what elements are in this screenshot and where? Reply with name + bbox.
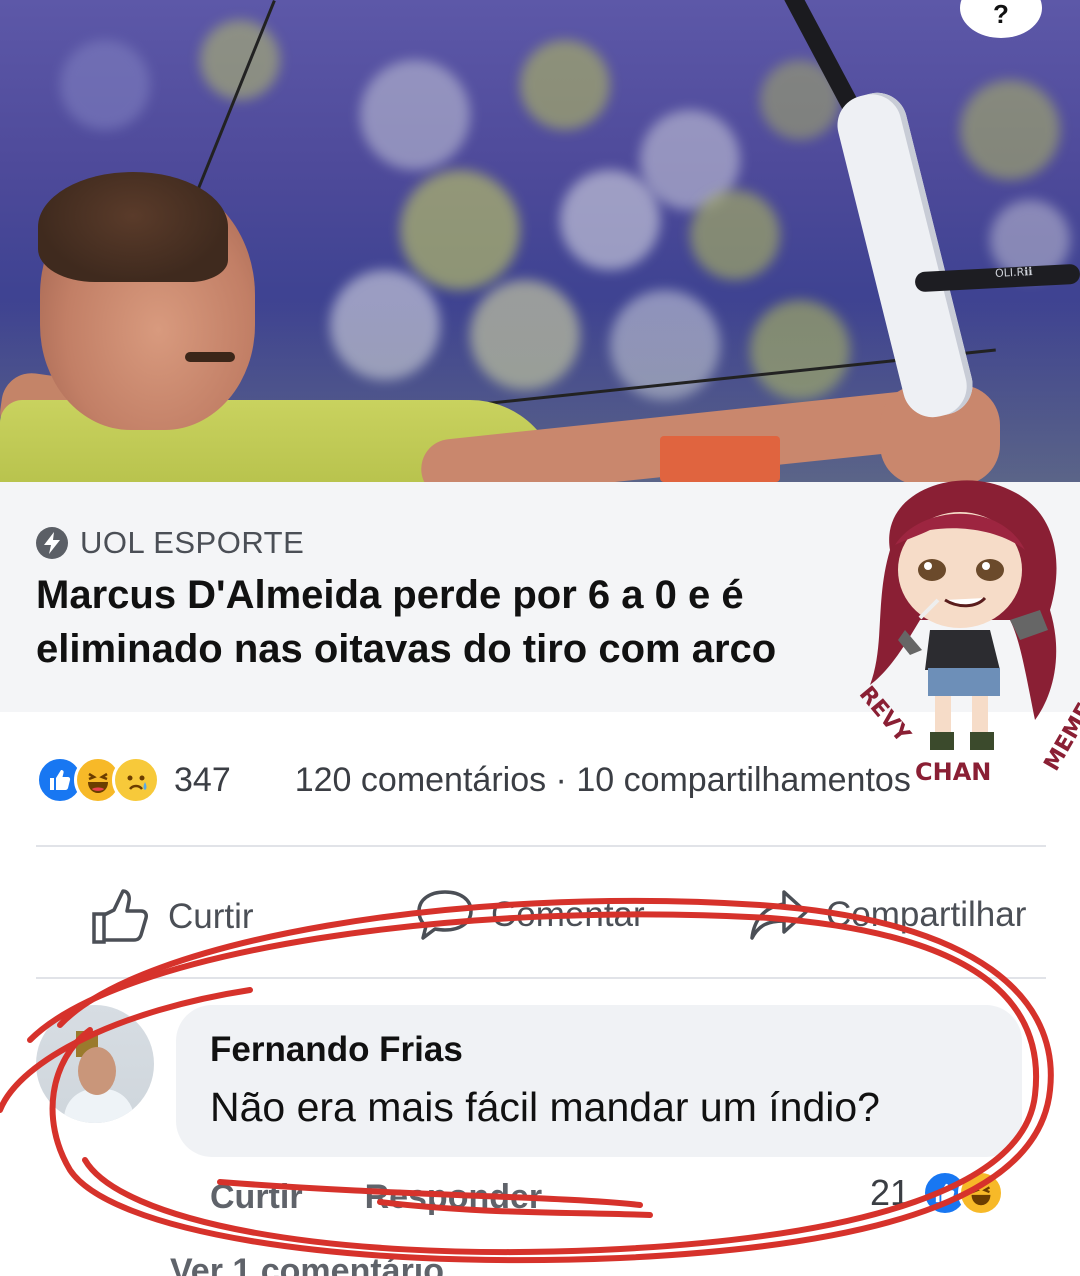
divider: [36, 977, 1046, 979]
commenter-name[interactable]: Fernando Frias: [210, 1030, 463, 1070]
share-label: Compartilhar: [826, 895, 1027, 934]
comment-reaction-count: 21: [870, 1172, 911, 1213]
share-button[interactable]: Compartilhar: [748, 888, 1026, 942]
comment-label: Comentar: [491, 895, 645, 934]
link-source-label: UOL ESPORTE: [80, 525, 305, 560]
stabilizer-label: OLI.Rℹℹ: [994, 265, 1033, 280]
reaction-icons[interactable]: [36, 756, 160, 804]
link-source: UOL ESPORTE: [36, 525, 304, 561]
post-image[interactable]: OLI.Rℹℹ ?: [0, 0, 1080, 482]
comment-icon: [415, 888, 475, 942]
share-icon: [748, 888, 810, 942]
comment-like-button[interactable]: Curtir: [210, 1178, 303, 1217]
comment-actions: Curtir Responder: [210, 1178, 542, 1217]
comment-bubble[interactable]: [176, 1005, 1022, 1157]
view-more-comments-link[interactable]: Ver 1 comentário: [170, 1252, 444, 1276]
link-headline[interactable]: Marcus D'Almeida perde por 6 a 0 e é eli…: [36, 568, 896, 676]
svg-text:REVY: REVY: [854, 682, 916, 749]
revy-chan-sticker: REVY CHAN MEMES: [854, 480, 1080, 786]
commenter-avatar[interactable]: [36, 1005, 154, 1123]
comment-reply-button[interactable]: Responder: [365, 1178, 543, 1217]
like-button[interactable]: Curtir: [90, 888, 254, 946]
divider: [36, 845, 1046, 847]
comments-shares-count[interactable]: 120 comentários · 10 compartilhamentos: [295, 761, 911, 800]
more-options-button[interactable]: ?: [960, 0, 1042, 38]
like-label: Curtir: [168, 897, 254, 936]
reaction-count[interactable]: 347: [174, 761, 231, 800]
post-actions: Curtir Comentar Compartilhar: [0, 870, 1080, 960]
sad-reaction-icon: [112, 756, 160, 804]
thumbs-up-icon: [90, 888, 152, 946]
bolt-icon: [36, 527, 68, 559]
svg-text:CHAN: CHAN: [915, 758, 991, 786]
comment-text: Não era mais fácil mandar um índio?: [210, 1084, 880, 1130]
comment-button[interactable]: Comentar: [415, 888, 645, 942]
comment-reactions[interactable]: 21: [870, 1170, 1005, 1216]
haha-reaction-icon: [958, 1170, 1005, 1216]
